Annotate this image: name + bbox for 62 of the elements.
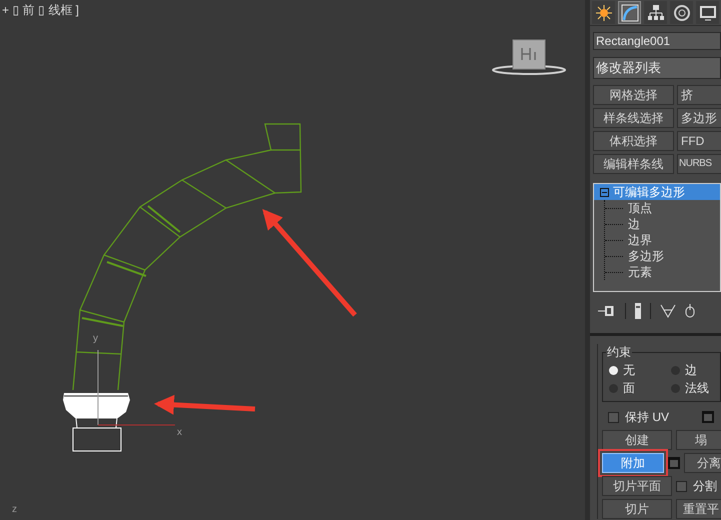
curve-icon [620,4,638,22]
modifier-button[interactable]: NURBS [677,154,721,174]
stack-sub-item[interactable]: 边界 [627,232,653,248]
modifier-button[interactable]: 挤 [677,85,721,105]
checkbox-icon[interactable] [608,412,619,422]
group-title: 约束 [606,345,632,359]
hierarchy-icon [646,4,664,22]
tool-button[interactable]: 塌 [676,430,721,450]
checkbox-option[interactable]: 保持 UV [608,408,698,426]
viewcube-icon[interactable] [492,40,566,75]
stack-sub-item[interactable]: 顶点 [627,200,653,216]
settings-icon[interactable] [668,457,680,469]
stack-item[interactable]: 可编辑多边形 [594,184,720,200]
sun-icon [594,4,612,22]
settings-icon[interactable] [702,411,714,423]
modifier-list-dropdown[interactable]: 修改器列表 [593,57,721,79]
mouse-icon[interactable] [685,304,695,318]
axis-label: x [177,428,182,438]
tool-button[interactable]: 切片 [602,499,672,519]
panel-tab[interactable] [644,1,667,24]
radio-label: 法线 [685,380,709,397]
tool-button[interactable]: 重置平 [676,499,721,519]
axis-label: y [93,334,98,344]
radio-label: 无 [623,362,635,379]
checkbox-icon[interactable] [676,480,687,492]
circle-icon [672,4,690,22]
pin-icon[interactable] [598,305,616,317]
panel-tab[interactable] [670,1,693,24]
tool-button[interactable]: 分离 [684,453,721,473]
panel-tab[interactable] [618,1,641,24]
tool-button[interactable]: 切片平面 [602,476,672,496]
stack-item-label: 可编辑多边形 [613,184,685,201]
modifier-button[interactable]: 编辑样条线 [593,154,674,174]
checkbox-label: 保持 UV [625,409,670,426]
radio-label: 面 [623,380,635,397]
stack-sub-item[interactable]: 多边形 [627,248,665,264]
modifier-button[interactable]: 多边形 [677,108,721,128]
radio-icon[interactable] [609,366,618,374]
axis-label: z [12,505,17,515]
viewport-label[interactable]: + ▯ 前 ▯ 线框 ] [2,1,80,19]
panel-tab[interactable] [592,1,615,24]
radio-option[interactable]: 边 [671,362,721,378]
object-name-field[interactable]: Rectangle001 [593,32,721,50]
pedestal-drawing [63,393,130,452]
monitor-icon [698,4,716,22]
radio-label: 边 [685,362,697,379]
stack-sub-item[interactable]: 边 [627,216,641,232]
modifier-button[interactable]: 网格选择 [593,85,674,105]
panel-tab[interactable] [696,1,719,24]
modifier-button[interactable]: 样条线选择 [593,108,674,128]
modifier-button[interactable]: FFD [677,131,721,151]
checkbox-option[interactable]: 分割 [676,477,717,495]
radio-option[interactable]: 法线 [671,380,721,396]
bar-icon[interactable] [635,303,641,319]
radio-option[interactable]: 面 [609,380,671,396]
modifier-button[interactable]: 体积选择 [593,131,674,151]
radio-option[interactable]: 无 [609,362,671,378]
stack-sub-item[interactable]: 元素 [627,264,653,280]
collapse-icon[interactable] [600,188,609,196]
funnel-icon[interactable] [660,304,676,318]
checkbox-label: 分割 [693,478,717,495]
tool-button[interactable]: 创建 [602,430,672,450]
